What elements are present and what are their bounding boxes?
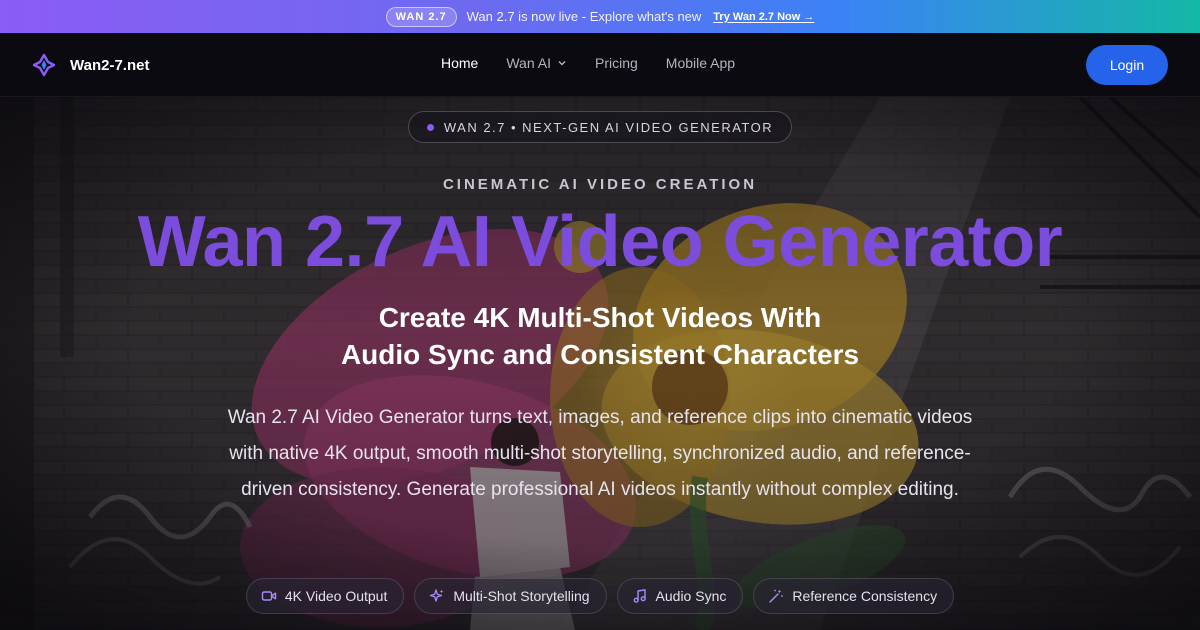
brand-logo-icon [32,53,56,77]
hero-title: Wan 2.7 AI Video Generator [137,202,1063,282]
login-button[interactable]: Login [1086,45,1168,85]
hero-section: WAN 2.7 • NEXT-GEN AI VIDEO GENERATOR CI… [0,97,1200,630]
eyebrow-text: WAN 2.7 • NEXT-GEN AI VIDEO GENERATOR [443,119,774,135]
feature-chip-label: 4K Video Output [284,588,388,604]
nav-home[interactable]: Home [441,55,478,71]
brand[interactable]: Wan2-7.net [32,53,149,77]
nav-mobile-app[interactable]: Mobile App [666,55,735,71]
nav-home-label: Home [441,55,479,71]
hero-description: Wan 2.7 AI Video Generator turns text, i… [227,407,973,500]
nav-pricing[interactable]: Pricing [595,55,638,71]
music-note-icon [633,589,646,603]
feature-chip-multi-shot: Multi-Shot Storytelling [414,578,607,614]
feature-chip-reference-consistency: Reference Consistency [753,578,955,614]
eyebrow-pill: WAN 2.7 • NEXT-GEN AI VIDEO GENERATOR [408,111,792,143]
hero-subtitle-line-1: Create 4K Multi-Shot Videos With [378,302,822,333]
try-now-link[interactable]: Try Wan 2.7 Now → [713,11,814,23]
video-camera-icon [261,591,277,601]
status-dot-icon [426,123,434,131]
announcement-text: Wan 2.7 is now live - Explore what's new [466,9,702,24]
nav-links: Home Wan AI Pricing Mobile App [441,55,735,71]
hero-kicker: CINEMATIC AI VIDEO CREATION [442,176,758,193]
brand-name: Wan2-7.net [70,56,150,74]
feature-chip-audio-sync: Audio Sync [616,578,744,614]
feature-chip-label: Reference Consistency [792,588,938,604]
feature-chip-label: Audio Sync [655,588,727,604]
chevron-down-icon [558,61,566,66]
nav-pricing-label: Pricing [594,55,638,71]
feature-chip-label: Multi-Shot Storytelling [453,588,590,604]
navbar: Wan2-7.net Home Wan AI Pricing Mobile Ap… [0,33,1200,97]
feature-chips: 4K Video Output Multi-Shot Storytelling … [0,578,1200,614]
nav-mobile-app-label: Mobile App [665,55,736,71]
announcement-bar: WAN 2.7 Wan 2.7 is now live - Explore wh… [0,0,1200,33]
nav-wan-ai-label: Wan AI [506,55,551,71]
sparkles-icon [430,589,444,602]
feature-chip-4k-video: 4K Video Output [245,578,405,614]
magic-wand-icon [769,589,784,603]
nav-wan-ai[interactable]: Wan AI [506,55,567,71]
announcement-badge: WAN 2.7 [385,6,457,27]
hero-subtitle: Create 4K Multi-Shot Videos With Audio S… [0,299,1200,373]
hero-subtitle-line-2: Audio Sync and Consistent Characters [340,339,860,370]
